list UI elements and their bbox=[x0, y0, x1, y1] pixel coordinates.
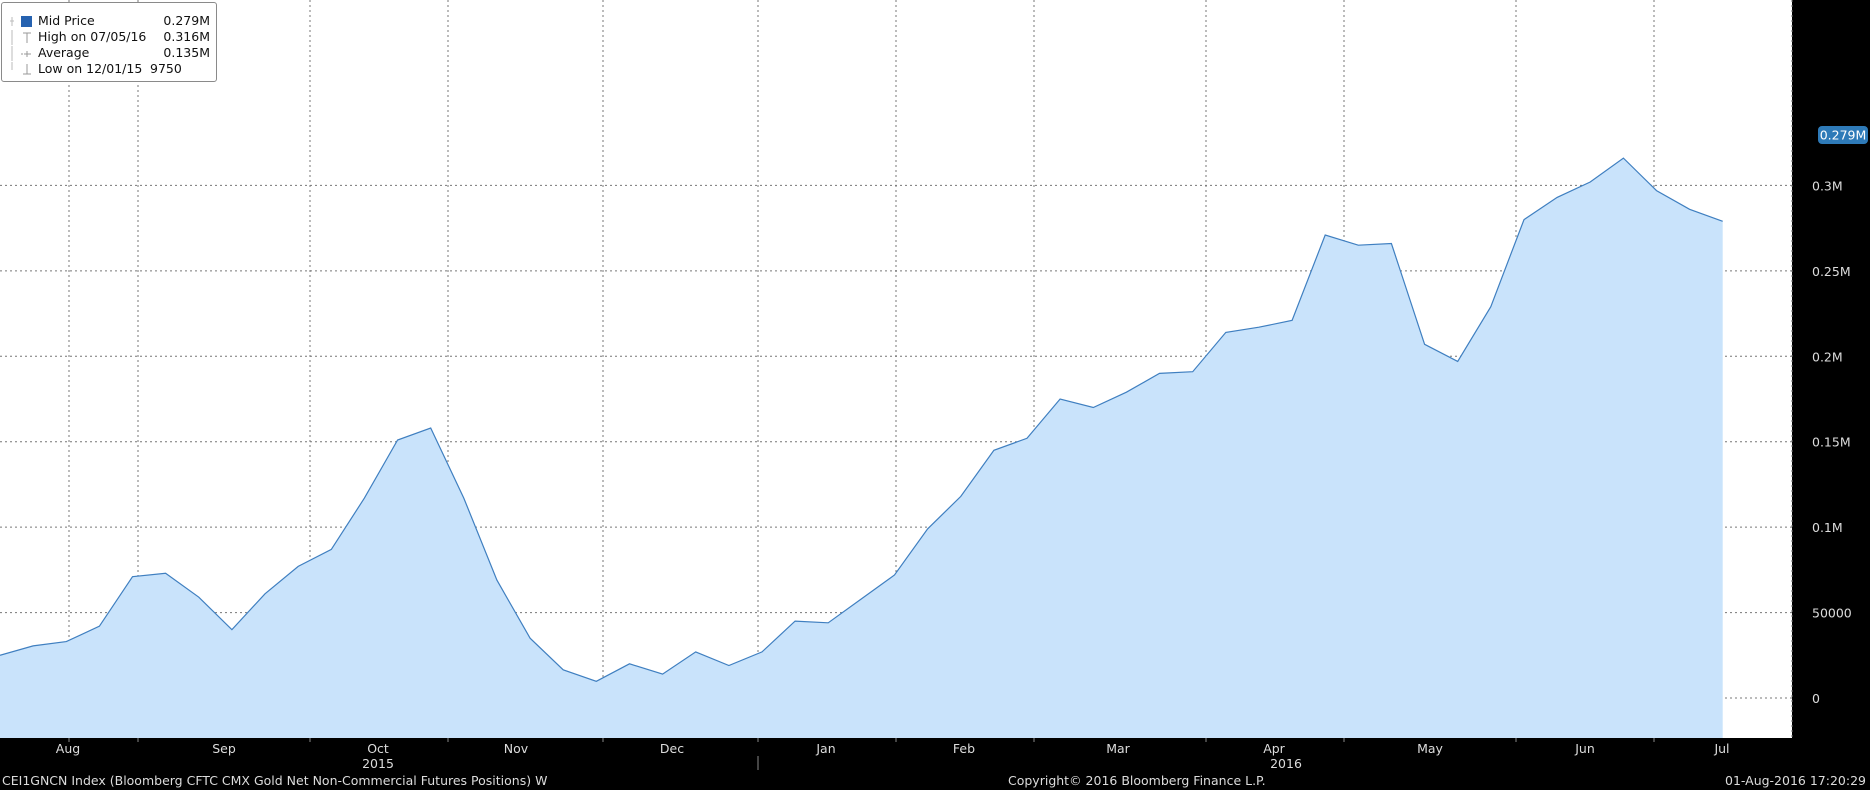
legend-row-average: Average 0.135M bbox=[2, 45, 216, 61]
footer-timestamp: 01-Aug-2016 17:20:29 bbox=[1725, 773, 1866, 788]
footer-copyright: Copyright© 2016 Bloomberg Finance L.P. bbox=[1008, 773, 1266, 788]
chart-canvas: 0 50000 0.1M 0.15M 0.2M 0.25M 0.3M Aug Sep Oct No… bbox=[0, 0, 1868, 788]
legend-label: High on 07/05/16 bbox=[38, 29, 147, 44]
footer: CEI1GNCN Index (Bloomberg CFTC CMX Gold … bbox=[2, 773, 1866, 788]
average-marker-icon bbox=[11, 46, 33, 61]
x-tick-label: Dec bbox=[660, 741, 684, 756]
footer-ticker: CEI1GNCN Index (Bloomberg CFTC CMX Gold … bbox=[2, 773, 547, 788]
x-tick-label: Nov bbox=[504, 741, 529, 756]
legend-value: 0.279M bbox=[163, 13, 210, 28]
legend-label: Average bbox=[38, 45, 90, 60]
legend-row-high: High on 07/05/16 0.316M bbox=[2, 29, 216, 45]
x-tick-label: Jun bbox=[1574, 741, 1595, 756]
x-tick-label: Sep bbox=[212, 741, 236, 756]
x-tick-label: Apr bbox=[1263, 741, 1285, 756]
y-tick-label: 0.2M bbox=[1812, 349, 1843, 364]
x-tick-label: Feb bbox=[953, 741, 975, 756]
square-marker-icon bbox=[10, 16, 32, 27]
x-tick-label: Jul bbox=[1713, 741, 1729, 756]
y-axis: 0 50000 0.1M 0.15M 0.2M 0.25M 0.3M bbox=[1812, 178, 1852, 706]
legend: Mid Price 0.279M High on 07/05/16 0.316M… bbox=[1, 2, 217, 82]
x-year-label: 2015 bbox=[362, 756, 394, 771]
x-tick-label: Mar bbox=[1106, 741, 1130, 756]
high-marker-icon bbox=[11, 30, 31, 45]
last-value-label: 0.279M bbox=[1820, 128, 1867, 143]
legend-value: 9750 bbox=[150, 61, 182, 76]
legend-value: 0.135M bbox=[163, 45, 210, 60]
y-tick-label: 50000 bbox=[1812, 606, 1852, 621]
legend-value: 0.316M bbox=[163, 29, 210, 44]
legend-row-low: Low on 12/01/15 9750 bbox=[2, 61, 216, 77]
legend-label: Mid Price bbox=[38, 13, 95, 28]
x-tick-label: Oct bbox=[367, 741, 389, 756]
y-tick-label: 0 bbox=[1812, 691, 1820, 706]
last-value-badge: 0.279M bbox=[1818, 126, 1868, 144]
y-tick-label: 0.3M bbox=[1812, 178, 1843, 193]
x-tick-label: May bbox=[1417, 741, 1443, 756]
x-year-label: 2016 bbox=[1270, 756, 1302, 771]
legend-label: Low on 12/01/15 bbox=[38, 61, 143, 76]
legend-row-mid-price: Mid Price 0.279M bbox=[2, 13, 216, 29]
x-tick-label: Jan bbox=[815, 741, 835, 756]
x-tick-label: Aug bbox=[56, 741, 80, 756]
x-axis: Aug Sep Oct Nov Dec Jan Feb Mar Apr May Jun Jul 2015… bbox=[56, 738, 1730, 771]
y-tick-label: 0.15M bbox=[1812, 435, 1851, 450]
y-tick-label: 0.1M bbox=[1812, 520, 1843, 535]
y-tick-label: 0.25M bbox=[1812, 264, 1851, 279]
low-marker-icon bbox=[11, 62, 31, 75]
